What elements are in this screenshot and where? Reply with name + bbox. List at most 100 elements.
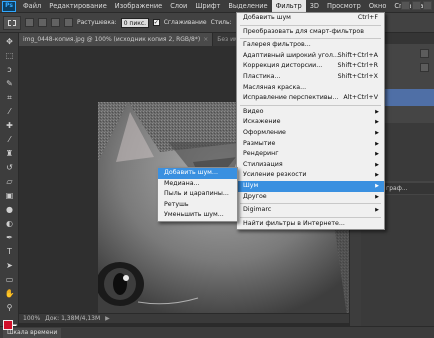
tab-document-active[interactable]: img_0448-копия.jpg @ 100% (исходник копи… [19,33,214,46]
submenu-arrow-icon: ▶ [375,172,379,179]
panel-button-icon[interactable] [420,63,429,72]
move-tool-icon[interactable]: ✥ [4,36,15,47]
antialias-checkbox[interactable]: ✓ [152,19,160,26]
minimize-icon[interactable] [401,1,410,10]
new-selection-icon[interactable] [25,18,34,27]
menu-item[interactable]: Исправление перспективы... Alt+Ctrl+V [237,93,384,104]
eraser-icon[interactable]: ▱ [4,176,15,187]
dodge-icon[interactable]: ◐ [4,218,15,229]
menu-item-label: Уменьшить шум... [164,211,224,219]
timeline-bar: Шкала времени [0,326,434,338]
photoshop-logo-icon: Ps [2,0,16,12]
menu-3[interactable]: Слои [166,0,191,13]
menu-item-label: Видео [243,107,264,115]
menu-item[interactable]: Коррекция дисторсии... Shift+Ctrl+R [237,61,384,72]
menu-0[interactable]: Файл [19,0,45,13]
pen-icon[interactable]: ✒ [4,232,15,243]
status-arrow-icon[interactable]: ▶ [105,315,110,322]
menu-item[interactable]: Видео ▶ [237,107,384,118]
menu-4[interactable]: Шрифт [191,0,224,13]
zoom-icon[interactable]: ⚲ [4,302,15,313]
noise-submenu: Добавить шум... Медиана... Пыль и царапины… [157,167,238,222]
clone-stamp-icon[interactable]: ♜ [4,148,15,159]
filter-menu: Добавить шум Ctrl+F Преобразовать для смар… [236,12,385,231]
marquee-icon[interactable]: ⬚ [4,50,15,61]
crop-icon[interactable]: ⌗ [4,92,15,103]
quick-select-icon[interactable]: ✎ [4,78,15,89]
menu-item[interactable]: Пластика... Shift+Ctrl+X [237,72,384,83]
menu-5[interactable]: Выделение [224,0,271,13]
menu-item[interactable]: Добавить шум... [158,168,237,179]
menu-item[interactable]: Уменьшить шум... [158,210,237,221]
selected-layer-row[interactable] [385,89,434,106]
marquee-tool-icon[interactable] [3,15,21,30]
tools-panel: ✥ ⬚ ↄ ✎ ⌗ ⁄ ✚ ⁄ ♜ ↺ ▱ ▣ ● ◐ ✒ T ➤ ▭ ✋ ⚲ [0,33,19,338]
maximize-icon[interactable] [412,1,421,10]
type-icon[interactable]: T [4,246,15,257]
panel-button-icon[interactable] [420,49,429,58]
menu-item[interactable]: Искажение ▶ [237,117,384,128]
menu-item[interactable]: Ретушь [158,200,237,211]
menu-item[interactable]: Усиление резкости ▶ [237,170,384,181]
close-tab-icon[interactable]: × [203,36,208,43]
healing-brush-icon[interactable]: ✚ [4,120,15,131]
add-selection-icon[interactable] [38,18,47,27]
shape-icon[interactable]: ▭ [4,274,15,285]
menu-item-label: Ретушь [164,200,189,208]
menu-item[interactable]: Оформление ▶ [237,128,384,139]
menu-item-shortcut: Shift+Ctrl+R [337,62,378,70]
antialias-label: Сглаживание [163,19,207,26]
submenu-arrow-icon: ▶ [375,207,379,214]
foreground-color-swatch[interactable] [3,320,13,330]
submenu-arrow-icon: ▶ [375,193,379,200]
status-bar: 100% Док: 1,38M/4,13M ▶ [19,313,349,323]
menu-item[interactable]: Шум ▶ [237,180,384,192]
hand-icon[interactable]: ✋ [4,288,15,299]
menu-item[interactable]: Преобразовать для смарт-фильтров [237,27,384,38]
path-select-icon[interactable]: ➤ [4,260,15,271]
menu-item[interactable]: Адаптивный широкий угол... Shift+Ctrl+A [237,51,384,62]
menu-item[interactable]: Добавить шум Ctrl+F [237,13,384,24]
close-icon[interactable] [423,1,432,10]
zoom-level[interactable]: 100% [23,315,40,322]
menu-item[interactable]: Digimarc ▶ [237,205,384,216]
menu-item[interactable]: Другое ▶ [237,192,384,203]
menu-8[interactable]: Просмотр [323,0,365,13]
menu-item-label: Масляная краска... [243,83,307,91]
gradient-icon[interactable]: ▣ [4,190,15,201]
lasso-icon[interactable]: ↄ [4,64,15,75]
eyedropper-icon[interactable]: ⁄ [4,106,15,117]
menu-item[interactable]: Размытие ▶ [237,139,384,150]
feather-input[interactable]: 0 пикс. [120,17,149,28]
menu-item[interactable]: Стилизация ▶ [237,160,384,171]
menu-9[interactable]: Окно [365,0,391,13]
menu-item[interactable]: Рендеринг ▶ [237,149,384,160]
menu-item-label: Пластика... [243,72,281,80]
submenu-arrow-icon: ▶ [375,182,379,189]
submenu-arrow-icon: ▶ [375,108,379,115]
blur-icon[interactable]: ● [4,204,15,215]
menu-item-label: Стилизация [243,160,283,168]
menu-7[interactable]: 3D [306,0,323,13]
menu-item-label: Digimarc [243,206,272,214]
menu-item[interactable]: Медиана... [158,179,237,190]
menu-item[interactable]: Найти фильтры в Интернете... [237,219,384,230]
style-label: Стиль: [210,19,232,26]
menu-1[interactable]: Редактирование [45,0,111,13]
menu-item[interactable]: Масляная краска... [237,83,384,94]
menu-2[interactable]: Изображение [111,0,166,13]
menu-item-label: Усиление резкости [243,171,307,179]
history-brush-icon[interactable]: ↺ [4,162,15,173]
submenu-arrow-icon: ▶ [375,140,379,147]
menu-item-shortcut: Shift+Ctrl+A [337,51,378,59]
intersect-selection-icon[interactable] [64,18,73,27]
brush-icon[interactable]: ⁄ [4,134,15,145]
menu-6[interactable]: Фильтр [271,0,306,13]
subtract-selection-icon[interactable] [51,18,60,27]
submenu-arrow-icon: ▶ [375,119,379,126]
menu-item[interactable]: Пыль и царапины... [158,189,237,200]
menu-item-label: Галерея фильтров... [243,41,311,49]
feather-label: Растушевка: [77,19,117,26]
menu-items: Файл Редактирование Изображение Слои Шрифт Вы… [19,0,427,13]
menu-item[interactable]: Галерея фильтров... [237,40,384,51]
